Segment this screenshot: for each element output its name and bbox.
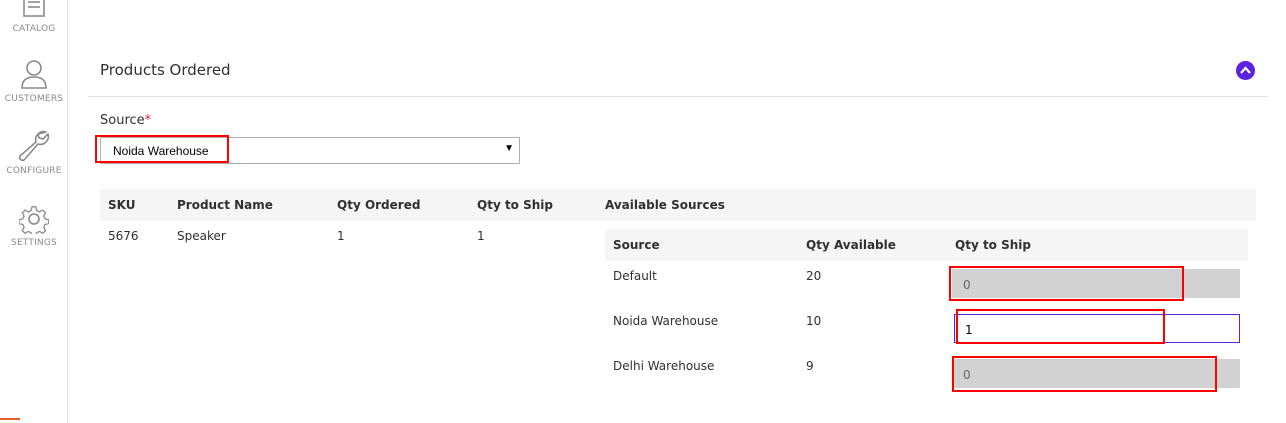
qty-to-ship-input-noida[interactable]: 1 <box>954 314 1240 343</box>
source-name: Delhi Warehouse <box>613 359 715 373</box>
dropdown-arrow-icon: ▼ <box>504 143 514 154</box>
qty-to-ship-input-default[interactable]: 0 <box>952 269 1240 298</box>
header-qty-available: Qty Available <box>806 238 896 252</box>
source-select-value: Noida Warehouse <box>113 144 209 158</box>
header-qty-ordered: Qty Ordered <box>337 198 421 212</box>
sidebar-item-settings[interactable]: SETTINGS <box>0 204 68 248</box>
gear-icon <box>19 206 49 234</box>
row-sku: 5676 <box>108 229 139 243</box>
source-qty-available: 10 <box>806 314 822 328</box>
header-source-qty-to-ship: Qty to Ship <box>955 238 1031 252</box>
source-qty-available: 20 <box>806 269 822 283</box>
qty-to-ship-input-delhi[interactable]: 0 <box>952 359 1240 388</box>
source-label-text: Source <box>100 113 145 128</box>
collapse-button[interactable] <box>1236 61 1255 80</box>
source-label: Source* <box>100 113 151 128</box>
customer-icon <box>21 60 47 89</box>
chevron-up-icon <box>1240 66 1251 74</box>
header-available-sources: Available Sources <box>605 198 725 212</box>
wrench-icon <box>18 130 50 162</box>
sidebar-item-customers[interactable]: CUSTOMERS <box>0 58 68 104</box>
sidebar-item-label: CATALOG <box>12 24 56 34</box>
divider <box>88 96 1268 97</box>
header-qty-to-ship: Qty to Ship <box>477 198 553 212</box>
source-name: Noida Warehouse <box>613 314 719 328</box>
source-name: Default <box>613 269 657 283</box>
source-qty-available: 9 <box>806 359 814 373</box>
sidebar-item-label: SETTINGS <box>11 238 57 248</box>
corner-badge <box>0 418 20 423</box>
products-table-header: SKU Product Name Qty Ordered Qty to Ship… <box>100 189 1256 221</box>
sources-table-header: Source Qty Available Qty to Ship <box>605 229 1248 261</box>
catalog-icon <box>23 0 45 17</box>
sidebar-item-label: CUSTOMERS <box>4 94 64 104</box>
source-select[interactable]: Noida Warehouse ▼ <box>100 137 520 164</box>
admin-sidebar: CATALOG CUSTOMERS CONFIGURE SETTINGS <box>0 0 68 423</box>
products-ordered-section: Products Ordered Source* Noida Warehouse… <box>68 0 1286 423</box>
header-sku: SKU <box>108 198 136 212</box>
required-mark: * <box>144 113 152 128</box>
header-source: Source <box>613 238 660 252</box>
row-product-name: Speaker <box>177 229 226 243</box>
header-product-name: Product Name <box>177 198 273 212</box>
row-qty-ordered: 1 <box>337 229 345 243</box>
row-qty-to-ship: 1 <box>477 229 485 243</box>
section-title: Products Ordered <box>100 61 231 79</box>
sidebar-item-configure[interactable]: CONFIGURE <box>0 128 68 176</box>
sidebar-item-label: CONFIGURE <box>6 166 62 176</box>
sidebar-item-catalog[interactable]: CATALOG <box>0 0 68 34</box>
